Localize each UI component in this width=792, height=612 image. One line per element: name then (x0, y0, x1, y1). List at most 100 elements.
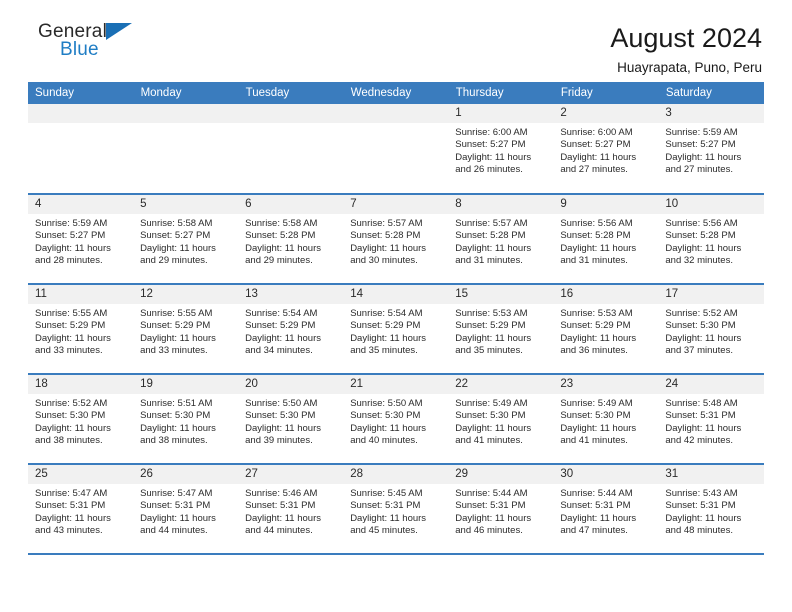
calendar-day-cell[interactable]: 23 Sunrise: 5:49 AM Sunset: 5:30 PM Dayligh… (553, 374, 659, 465)
calendar-day-cell[interactable]: 27 Sunrise: 5:46 AM Sunset: 5:31 PM Dayligh… (238, 464, 344, 555)
day-number: 23 (553, 375, 659, 394)
daylight-text-line2: and 26 minutes. (455, 164, 523, 176)
general-blue-logo[interactable]: General Blue (28, 22, 148, 70)
calendar-day-cell[interactable]: 11 Sunrise: 5:55 AM Sunset: 5:29 PM Dayligh… (28, 284, 134, 375)
sunset-text: Sunset: 5:31 PM (560, 500, 631, 512)
day-number: 11 (28, 285, 134, 304)
sunset-text: Sunset: 5:28 PM (455, 230, 526, 242)
calendar-day-cell[interactable]: 13 Sunrise: 5:54 AM Sunset: 5:29 PM Dayligh… (238, 284, 344, 375)
calendar-day-cell[interactable]: 3 Sunrise: 5:59 AM Sunset: 5:27 PM Daylight… (658, 104, 764, 195)
calendar-day-cell[interactable]: 29 Sunrise: 5:44 AM Sunset: 5:31 PM Dayligh… (448, 464, 554, 555)
daylight-text-line2: and 31 minutes. (455, 255, 523, 267)
daylight-text-line2: and 44 minutes. (245, 525, 313, 537)
day-number: 25 (28, 465, 134, 484)
day-details: Sunrise: 5:57 AM Sunset: 5:28 PM Daylight:… (448, 214, 553, 268)
calendar-day-cell[interactable]: 26 Sunrise: 5:47 AM Sunset: 5:31 PM Dayligh… (133, 464, 239, 555)
sunrise-text: Sunrise: 5:55 AM (35, 308, 108, 319)
day-details: Sunrise: 5:58 AM Sunset: 5:27 PM Daylight:… (133, 214, 238, 268)
daylight-text-line1: Daylight: 11 hours (665, 422, 742, 434)
sunrise-text: Sunrise: 5:54 AM (350, 308, 423, 319)
daylight-text-line1: Daylight: 11 hours (560, 512, 637, 524)
day-details: Sunrise: 5:58 AM Sunset: 5:28 PM Daylight:… (238, 214, 343, 268)
day-details: Sunrise: 5:52 AM Sunset: 5:30 PM Daylight:… (658, 304, 763, 358)
weekday-header-wednesday: Wednesday (343, 82, 449, 104)
weekday-header-sunday: Sunday (28, 82, 134, 104)
day-number: 14 (343, 285, 449, 304)
sunrise-text: Sunrise: 5:52 AM (35, 398, 108, 409)
sunset-text: Sunset: 5:30 PM (140, 410, 211, 422)
calendar-day-cell[interactable]: 15 Sunrise: 5:53 AM Sunset: 5:29 PM Dayligh… (448, 284, 554, 375)
sunrise-text: Sunrise: 5:47 AM (140, 488, 213, 499)
logo-text-blue: Blue (60, 39, 99, 60)
sunrise-text: Sunrise: 5:58 AM (245, 218, 318, 229)
calendar-day-cell[interactable]: 31 Sunrise: 5:43 AM Sunset: 5:31 PM Dayligh… (658, 464, 764, 555)
daylight-text-line2: and 42 minutes. (665, 435, 733, 447)
sunrise-text: Sunrise: 5:53 AM (560, 308, 633, 319)
page-title: August 2024 (610, 23, 762, 53)
day-details: Sunrise: 5:43 AM Sunset: 5:31 PM Daylight:… (658, 484, 763, 538)
day-details: Sunrise: 5:59 AM Sunset: 5:27 PM Daylight:… (28, 214, 133, 268)
sunrise-text: Sunrise: 5:56 AM (560, 218, 633, 229)
calendar-day-cell[interactable]: 24 Sunrise: 5:48 AM Sunset: 5:31 PM Dayligh… (658, 374, 764, 465)
calendar-day-cell[interactable]: 30 Sunrise: 5:44 AM Sunset: 5:31 PM Dayligh… (553, 464, 659, 555)
day-details: Sunrise: 5:54 AM Sunset: 5:29 PM Daylight:… (343, 304, 448, 358)
day-number (238, 104, 344, 123)
day-details: Sunrise: 5:45 AM Sunset: 5:31 PM Daylight:… (343, 484, 448, 538)
sunset-text: Sunset: 5:29 PM (140, 320, 211, 332)
calendar-day-cell[interactable]: 12 Sunrise: 5:55 AM Sunset: 5:29 PM Dayligh… (133, 284, 239, 375)
daylight-text-line2: and 40 minutes. (350, 435, 418, 447)
calendar-day-cell[interactable]: 6 Sunrise: 5:58 AM Sunset: 5:28 PM Daylight… (238, 194, 344, 285)
calendar-day-cell[interactable]: 1 Sunrise: 6:00 AM Sunset: 5:27 PM Daylight… (448, 104, 554, 195)
daylight-text-line2: and 43 minutes. (35, 525, 103, 537)
day-number: 4 (28, 195, 134, 214)
calendar-day-cell[interactable]: 5 Sunrise: 5:58 AM Sunset: 5:27 PM Daylight… (133, 194, 239, 285)
calendar-day-cell[interactable]: 18 Sunrise: 5:52 AM Sunset: 5:30 PM Dayligh… (28, 374, 134, 465)
day-details: Sunrise: 5:44 AM Sunset: 5:31 PM Daylight:… (448, 484, 553, 538)
calendar-day-cell[interactable]: 10 Sunrise: 5:56 AM Sunset: 5:28 PM Dayligh… (658, 194, 764, 285)
sunset-text: Sunset: 5:27 PM (455, 139, 526, 151)
daylight-text-line2: and 35 minutes. (455, 345, 523, 357)
calendar-day-cell[interactable]: 14 Sunrise: 5:54 AM Sunset: 5:29 PM Dayligh… (343, 284, 449, 375)
calendar-day-cell[interactable]: 9 Sunrise: 5:56 AM Sunset: 5:28 PM Daylight… (553, 194, 659, 285)
sunrise-text: Sunrise: 5:47 AM (35, 488, 108, 499)
sunset-text: Sunset: 5:28 PM (560, 230, 631, 242)
daylight-text-line1: Daylight: 11 hours (245, 242, 321, 254)
daylight-text-line1: Daylight: 11 hours (560, 151, 637, 163)
daylight-text-line2: and 28 minutes. (35, 255, 103, 267)
calendar-day-cell[interactable]: 25 Sunrise: 5:47 AM Sunset: 5:31 PM Dayligh… (28, 464, 134, 555)
daylight-text-line1: Daylight: 11 hours (35, 512, 111, 524)
sunset-text: Sunset: 5:30 PM (245, 410, 316, 422)
calendar-day-cell[interactable]: 17 Sunrise: 5:52 AM Sunset: 5:30 PM Dayligh… (658, 284, 764, 375)
calendar-day-cell[interactable]: 22 Sunrise: 5:49 AM Sunset: 5:30 PM Dayligh… (448, 374, 554, 465)
sunset-text: Sunset: 5:27 PM (140, 230, 211, 242)
calendar-day-cell[interactable]: 19 Sunrise: 5:51 AM Sunset: 5:30 PM Dayligh… (133, 374, 239, 465)
daylight-text-line2: and 48 minutes. (665, 525, 733, 537)
day-details: Sunrise: 5:50 AM Sunset: 5:30 PM Daylight:… (238, 394, 343, 448)
day-number: 13 (238, 285, 344, 304)
triangle-flag-icon (106, 23, 132, 40)
daylight-text-line1: Daylight: 11 hours (665, 332, 742, 344)
daylight-text-line2: and 27 minutes. (560, 164, 628, 176)
calendar-day-cell[interactable]: 16 Sunrise: 5:53 AM Sunset: 5:29 PM Dayligh… (553, 284, 659, 375)
calendar-day-cell[interactable]: 28 Sunrise: 5:45 AM Sunset: 5:31 PM Dayligh… (343, 464, 449, 555)
calendar-day-cell[interactable]: 2 Sunrise: 6:00 AM Sunset: 5:27 PM Daylight… (553, 104, 659, 195)
sunrise-text: Sunrise: 5:49 AM (560, 398, 633, 409)
daylight-text-line1: Daylight: 11 hours (455, 242, 532, 254)
calendar-day-cell[interactable]: 21 Sunrise: 5:50 AM Sunset: 5:30 PM Dayligh… (343, 374, 449, 465)
day-details: Sunrise: 5:51 AM Sunset: 5:30 PM Daylight:… (133, 394, 238, 448)
sunrise-text: Sunrise: 5:50 AM (350, 398, 423, 409)
sunrise-text: Sunrise: 5:49 AM (455, 398, 528, 409)
sunrise-text: Sunrise: 5:57 AM (455, 218, 528, 229)
calendar-day-cell[interactable]: 4 Sunrise: 5:59 AM Sunset: 5:27 PM Daylight… (28, 194, 134, 285)
calendar-day-cell[interactable]: 20 Sunrise: 5:50 AM Sunset: 5:30 PM Dayligh… (238, 374, 344, 465)
day-number: 22 (448, 375, 554, 394)
calendar-day-cell[interactable]: 8 Sunrise: 5:57 AM Sunset: 5:28 PM Daylight… (448, 194, 554, 285)
daylight-text-line1: Daylight: 11 hours (140, 422, 216, 434)
day-number: 16 (553, 285, 659, 304)
daylight-text-line1: Daylight: 11 hours (245, 422, 321, 434)
sunset-text: Sunset: 5:29 PM (560, 320, 631, 332)
day-number: 21 (343, 375, 449, 394)
calendar-day-cell[interactable]: 7 Sunrise: 5:57 AM Sunset: 5:28 PM Daylight… (343, 194, 449, 285)
daylight-text-line1: Daylight: 11 hours (245, 332, 321, 344)
day-number: 5 (133, 195, 239, 214)
